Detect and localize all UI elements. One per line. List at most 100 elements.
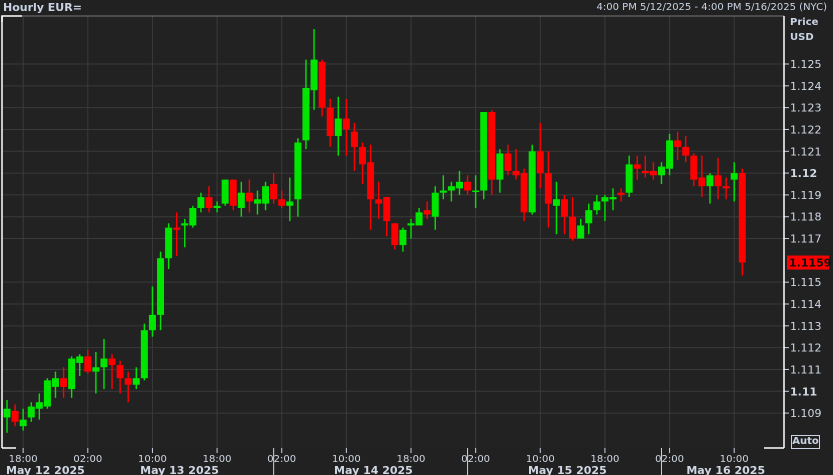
candle-body-up — [140, 330, 148, 379]
y-tick-label: 1.115 — [790, 276, 822, 289]
candle-body-down — [738, 173, 746, 263]
y-tick-label: 1.109 — [790, 407, 822, 420]
auto-scale-button[interactable]: Auto — [791, 435, 820, 449]
candle-body-down — [391, 223, 399, 246]
candle-body-up — [439, 190, 447, 193]
y-tick-label: 1.117 — [790, 233, 822, 246]
candle-body-down — [512, 170, 520, 176]
candle-body-down — [318, 61, 326, 108]
candle-body-down — [722, 186, 730, 189]
candle-body-up — [399, 229, 407, 246]
candle-body-up — [585, 210, 593, 224]
candle-body-down — [561, 199, 569, 217]
y-tick-label: 1.113 — [790, 320, 822, 333]
candle-body-up — [552, 199, 560, 206]
candle-body-down — [714, 175, 722, 187]
candle-body-down — [617, 192, 625, 195]
day-label: May 15 2025 — [528, 464, 607, 475]
candle-body-up — [68, 358, 76, 390]
candle-body-up — [132, 378, 140, 385]
y-tick-label: 1.112 — [790, 342, 822, 355]
y-tick-label: 1.12 — [790, 167, 817, 180]
candle-body-up — [415, 212, 423, 226]
candle-body-down — [173, 227, 181, 230]
x-tick-label: 02:00 — [461, 454, 490, 465]
candle-body-down — [278, 199, 286, 206]
candle-body-up — [221, 179, 229, 204]
candle-body-up — [666, 140, 674, 169]
x-tick-label: 02:00 — [655, 454, 684, 465]
candle-body-down — [536, 151, 544, 174]
candle-body-down — [375, 199, 383, 204]
candle-body-up — [407, 223, 415, 226]
candle-body-up — [496, 153, 504, 180]
candle-body-down — [60, 378, 68, 387]
candle-body-up — [730, 173, 738, 180]
y-tick-label: 1.121 — [790, 145, 822, 158]
candle-body-down — [270, 184, 278, 200]
y-tick-label: 1.122 — [790, 123, 822, 136]
candle-body-down — [84, 356, 92, 372]
y-tick-label: 1.119 — [790, 189, 822, 202]
y-tick-label: 1.124 — [790, 80, 822, 93]
candle-body-down — [108, 358, 116, 366]
candle-body-down — [682, 146, 690, 156]
y-tick-label: 1.123 — [790, 102, 822, 115]
candle-body-up — [431, 192, 439, 217]
candle-body-down — [326, 107, 334, 136]
candle-body-down — [569, 216, 577, 239]
candle-body-up — [528, 151, 536, 213]
candle-body-down — [205, 197, 213, 208]
candle-body-down — [423, 210, 431, 215]
candle-body-up — [92, 367, 100, 372]
candle-body-up — [657, 166, 665, 176]
candlestick-chart[interactable]: 1.125 1.124 1.123 1.122 1.121 1.12 1.119 1.118 1… — [0, 0, 833, 475]
candle-body-up — [3, 408, 11, 418]
day-label: May 13 2025 — [140, 464, 219, 475]
candle-body-down — [124, 378, 132, 385]
candle-body-up — [302, 88, 310, 141]
candle-body-up — [472, 190, 480, 193]
candle-body-up — [286, 201, 294, 206]
candle-body-up — [294, 142, 302, 200]
candle-body-down — [544, 173, 552, 204]
candle-body-up — [609, 197, 617, 200]
candle-body-down — [359, 146, 367, 165]
candle-body-up — [100, 358, 108, 368]
candle-body-up — [447, 186, 455, 191]
day-label: May 14 2025 — [334, 464, 413, 475]
y-tick-label: 1.118 — [790, 211, 822, 224]
day-label: May 16 2025 — [686, 464, 765, 475]
candle-body-down — [690, 155, 698, 180]
candle-body-down — [11, 410, 19, 422]
candle-body-down — [367, 162, 375, 200]
candle-body-up — [148, 314, 156, 331]
candle-body-down — [116, 365, 124, 379]
candle-body-up — [601, 197, 609, 202]
candle-body-up — [625, 164, 633, 193]
candle-body-down — [641, 170, 649, 174]
y-tick-label: 1.111 — [790, 363, 822, 376]
day-label: May 12 2025 — [6, 464, 85, 475]
candle-body-up — [76, 356, 84, 363]
candle-body-up — [334, 118, 342, 136]
candle-body-up — [237, 192, 245, 208]
candle-body-up — [27, 406, 35, 418]
candle-body-down — [698, 177, 706, 187]
candle-body-up — [593, 201, 601, 211]
candle-body-up — [455, 181, 463, 189]
candle-body-up — [253, 199, 261, 204]
candle-body-down — [633, 164, 641, 169]
candle-body-up — [51, 378, 59, 387]
y-tick-label: 1.114 — [790, 298, 822, 311]
candle-body-down — [350, 131, 358, 147]
candle-body-up — [43, 380, 51, 407]
candle-body-down — [674, 140, 682, 147]
y-tick-label: 1.125 — [790, 58, 822, 71]
candle-body-up — [577, 225, 585, 239]
candle-body-up — [181, 223, 189, 226]
candle-body-up — [480, 112, 488, 191]
candle-body-up — [165, 227, 173, 259]
candle-body-up — [189, 208, 197, 226]
candle-body-up — [197, 197, 205, 208]
